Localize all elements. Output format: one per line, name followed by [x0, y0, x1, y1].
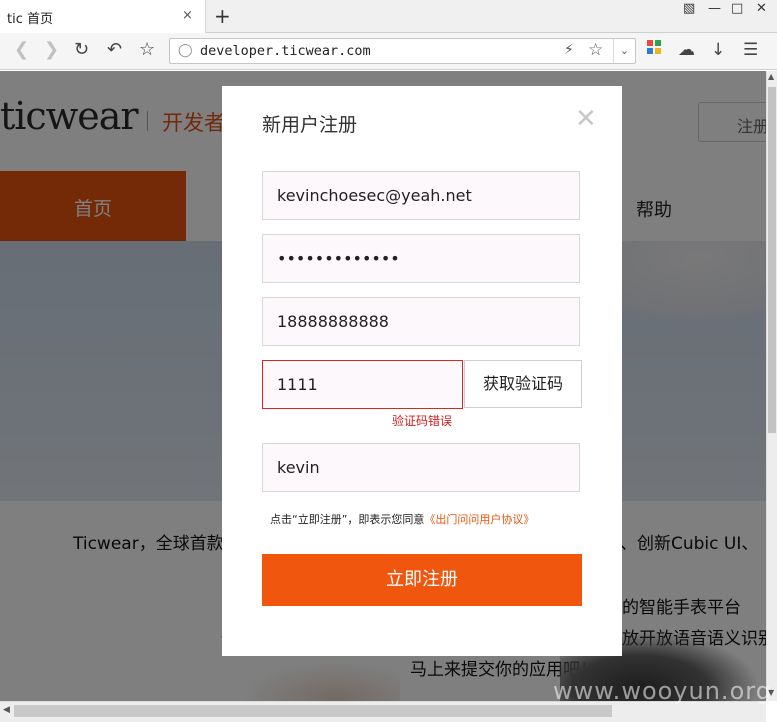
verification-code-field[interactable]: [263, 361, 462, 408]
nickname-field-wrap: [262, 443, 580, 492]
vertical-scrollbar[interactable]: ▲ ▼: [766, 71, 777, 701]
browser-tab[interactable]: tic 首页 ×: [0, 0, 206, 34]
tab-bar: tic 首页 × + ▧ — □ ✕: [0, 0, 777, 34]
reload-icon[interactable]: ↻: [74, 39, 89, 60]
minimize-icon[interactable]: —: [708, 1, 721, 16]
lightning-icon[interactable]: ⚡: [564, 42, 574, 58]
nickname-field[interactable]: [263, 444, 579, 491]
url-text[interactable]: developer.ticwear.com: [200, 43, 371, 59]
register-submit-button[interactable]: 立即注册: [262, 554, 582, 606]
email-field-wrap: [262, 171, 580, 220]
register-modal: 新用户注册 ✕ 获取验证码 验证码错误 点击“立即注册”，即表示您同意《出门问问…: [222, 86, 622, 656]
skin-icon[interactable]: ▧: [683, 1, 695, 16]
tab-close-icon[interactable]: ×: [182, 8, 193, 23]
password-field[interactable]: [263, 235, 579, 282]
phone-field-wrap: [262, 297, 580, 346]
maximize-icon[interactable]: □: [731, 1, 743, 16]
back-icon[interactable]: ❮: [14, 39, 29, 60]
undo-icon[interactable]: ↶: [107, 39, 122, 60]
apps-grid-icon[interactable]: [647, 40, 662, 60]
forward-icon[interactable]: ❯: [44, 39, 59, 60]
code-error-message: 验证码错误: [392, 414, 453, 428]
password-field-wrap: [262, 234, 580, 283]
shield-icon: ◯: [178, 43, 193, 58]
scroll-up-icon[interactable]: ▲: [768, 72, 774, 81]
favorite-star-icon[interactable]: ☆: [588, 40, 603, 60]
agreement-text: 点击“立即注册”，即表示您同意《出门问问用户协议》: [270, 511, 534, 527]
scroll-left-icon[interactable]: ◀: [3, 705, 10, 715]
close-icon[interactable]: ✕: [575, 106, 597, 132]
tab-title: tic 首页: [7, 12, 53, 27]
horizontal-scroll-thumb[interactable]: [14, 705, 612, 717]
get-code-button[interactable]: 获取验证码: [464, 360, 582, 408]
menu-icon[interactable]: ☰: [743, 40, 758, 60]
user-agreement-link[interactable]: 《出门问问用户协议》: [424, 513, 534, 526]
bookmark-star-icon[interactable]: ☆: [139, 39, 155, 60]
agreement-prefix: 点击“立即注册”，即表示您同意: [270, 513, 425, 526]
new-tab-button[interactable]: +: [214, 4, 231, 28]
modal-title: 新用户注册: [262, 114, 358, 136]
email-field[interactable]: [263, 172, 579, 219]
window-close-icon[interactable]: ✕: [756, 1, 767, 16]
phone-field[interactable]: [263, 298, 579, 345]
cloud-icon[interactable]: ☁: [678, 40, 695, 60]
address-bar[interactable]: ◯ developer.ticwear.com ⚡ ☆ ⌄: [169, 38, 636, 64]
watermark: www.wooyun.org: [553, 677, 772, 705]
navigation-bar: ❮ ❯ ↻ ↶ ☆ ◯ developer.ticwear.com ⚡ ☆ ⌄ …: [0, 33, 777, 70]
code-field-wrap: [262, 360, 463, 409]
download-icon[interactable]: ↓: [711, 40, 725, 60]
vertical-scroll-thumb[interactable]: [768, 87, 776, 433]
url-dropdown-icon[interactable]: ⌄: [613, 39, 635, 63]
